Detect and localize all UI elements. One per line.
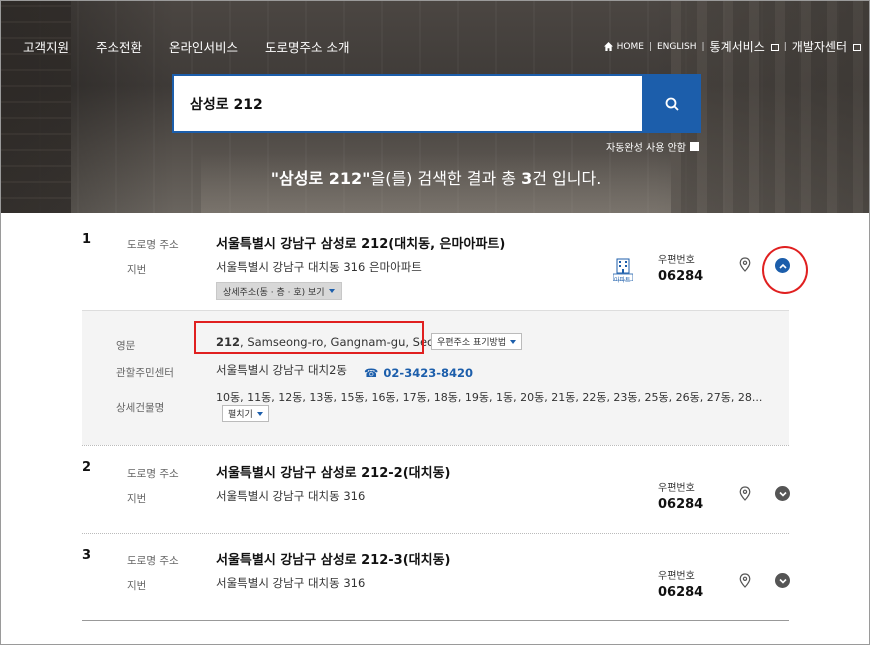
search-input[interactable]: 삼성로 212	[172, 74, 642, 133]
buildings-label: 상세건물명	[116, 402, 165, 414]
autocomplete-label: 자동완성 사용 안함	[606, 143, 686, 154]
autocomplete-checkbox[interactable]	[690, 142, 699, 151]
chevron-down-icon	[328, 289, 335, 293]
util-separator: |	[648, 41, 652, 52]
util-separator: |	[783, 41, 787, 52]
detail-address-label: 상세주소(동 · 층 · 호) 보기	[223, 287, 325, 298]
english-label: 영문	[116, 340, 136, 352]
expand-buildings-label: 펼치기	[228, 410, 253, 420]
road-address-label: 도로명 주소	[127, 239, 179, 251]
result-divider	[82, 445, 789, 446]
developer-center-link[interactable]: 개발자센터	[792, 38, 847, 55]
detail-address-button[interactable]: 상세주소(동 · 층 · 호) 보기	[216, 282, 342, 300]
jibun-label: 지번	[127, 264, 147, 276]
jibun-address: 서울특별시 강남구 대치동 316 은마아파트	[216, 260, 422, 274]
util-separator: |	[701, 41, 705, 52]
road-address-label: 도로명 주소	[127, 468, 179, 480]
top-nav: 고객지원 주소전환 온라인서비스 도로명주소 소개	[23, 37, 350, 56]
chevron-down-icon	[256, 411, 263, 416]
highlight-circle	[762, 246, 808, 294]
summary-prefix: 을(를) 검색한 결과 총	[370, 169, 522, 188]
page: 고객지원 주소전환 온라인서비스 도로명주소 소개 HOME | ENGLISH…	[0, 0, 870, 645]
center-label: 관할주민센터	[116, 367, 174, 379]
result-summary: "삼성로 212"을(를) 검색한 결과 총 3건 입니다.	[1, 165, 869, 189]
jibun-label: 지번	[127, 493, 147, 505]
external-link-icon	[770, 44, 779, 51]
center-name: 서울특별시 강남구 대치2동	[216, 363, 348, 377]
map-pin-icon[interactable]	[739, 486, 751, 501]
building-list: 10동, 11동, 12동, 13동, 15동, 16동, 17동, 18동, …	[216, 391, 763, 404]
search-bar: 삼성로 212	[172, 74, 701, 133]
result-divider	[82, 533, 789, 534]
expand-button[interactable]	[775, 486, 790, 501]
zip-label: 우편번호	[658, 571, 695, 582]
home-icon	[603, 42, 613, 51]
road-address[interactable]: 서울특별시 강남구 삼성로 212-2(대치동)	[216, 462, 450, 481]
hero-banner: 고객지원 주소전환 온라인서비스 도로명주소 소개 HOME | ENGLISH…	[1, 1, 869, 213]
english-highlight-box	[194, 321, 424, 354]
map-pin-icon[interactable]	[739, 573, 751, 588]
search-icon	[665, 97, 679, 111]
jibun-label: 지번	[127, 580, 147, 592]
nav-road-address-intro[interactable]: 도로명주소 소개	[265, 37, 349, 56]
home-link[interactable]: HOME	[617, 42, 644, 52]
zip-code: 06284	[658, 497, 704, 512]
stats-service-link[interactable]: 통계서비스	[710, 38, 765, 55]
apartment-icon-label: 아파트	[614, 277, 631, 284]
phone-icon: ☎	[364, 366, 379, 380]
search-button[interactable]	[642, 74, 701, 133]
map-pin-icon[interactable]	[739, 257, 751, 272]
result-number: 1	[82, 232, 92, 247]
nav-online-service[interactable]: 온라인서비스	[169, 37, 238, 56]
zip-format-label: 우편주소 표기방법	[437, 338, 507, 348]
phone-link[interactable]: ☎ 02-3423-8420	[364, 362, 473, 381]
zip-code: 06284	[658, 585, 704, 600]
external-link-icon	[853, 44, 861, 51]
expand-buildings-button[interactable]: 펼치기	[222, 405, 269, 422]
summary-query: "삼성로 212"	[270, 169, 371, 188]
zip-label: 우편번호	[658, 483, 695, 494]
chevron-down-icon	[778, 491, 787, 497]
road-address[interactable]: 서울특별시 강남구 삼성로 212(대치동, 은마아파트)	[216, 233, 505, 252]
english-link[interactable]: ENGLISH	[657, 42, 697, 52]
result-number: 2	[82, 460, 92, 475]
phone-number: 02-3423-8420	[383, 366, 473, 380]
result-number: 3	[82, 548, 92, 563]
summary-count: 3	[521, 169, 533, 188]
expand-button[interactable]	[775, 573, 790, 588]
chevron-down-icon	[510, 339, 517, 344]
chevron-down-icon	[778, 578, 787, 584]
zip-format-button[interactable]: 우편주소 표기방법	[431, 333, 523, 350]
zip-code: 06284	[658, 269, 704, 284]
list-bottom-border	[82, 620, 789, 621]
road-address[interactable]: 서울특별시 강남구 삼성로 212-3(대치동)	[216, 549, 450, 568]
nav-address-convert[interactable]: 주소전환	[96, 37, 142, 56]
zip-label: 우편번호	[658, 255, 695, 266]
summary-suffix: 건 입니다.	[532, 169, 602, 188]
utility-links: HOME | ENGLISH | 통계서비스 | 개발자센터	[603, 38, 861, 55]
jibun-address: 서울특별시 강남구 대치동 316	[216, 576, 366, 590]
road-address-label: 도로명 주소	[127, 555, 179, 567]
autocomplete-toggle[interactable]: 자동완성 사용 안함	[606, 139, 699, 154]
nav-customer-support[interactable]: 고객지원	[23, 37, 69, 56]
jibun-address: 서울특별시 강남구 대치동 316	[216, 489, 366, 503]
